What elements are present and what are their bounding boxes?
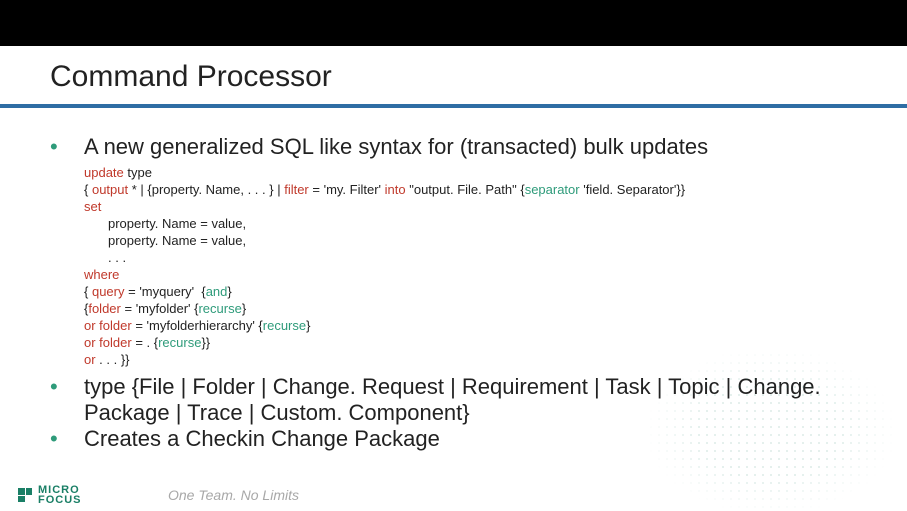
- kw-or: or: [84, 352, 96, 367]
- kw-or: or: [84, 318, 96, 333]
- footer-logo: MICRO FOCUS: [18, 485, 82, 505]
- kw-folder: folder: [96, 335, 132, 350]
- bullet-dot: •: [50, 374, 84, 400]
- txt: = 'myfolderhierarchy' {: [132, 318, 263, 333]
- opt-and: and: [206, 284, 228, 299]
- txt: = 'my. Filter': [309, 182, 385, 197]
- txt: . . .: [108, 250, 126, 265]
- footer-tagline: One Team. No Limits: [168, 487, 299, 503]
- txt: = . {: [132, 335, 158, 350]
- txt: type: [124, 165, 152, 180]
- txt: property. Name = value,: [108, 216, 246, 231]
- kw-query: query: [92, 284, 125, 299]
- bullet-dot: •: [50, 426, 84, 452]
- opt-recurse: recurse: [263, 318, 306, 333]
- opt-recurse: recurse: [198, 301, 241, 316]
- bullet-2: • type {File | Folder | Change. Request …: [50, 374, 907, 426]
- slide-body: • A new generalized SQL like syntax for …: [50, 134, 907, 452]
- txt: property. Name = value,: [108, 233, 246, 248]
- txt: = 'myfolder' {: [121, 301, 199, 316]
- opt-separator: separator: [525, 182, 580, 197]
- kw-folder: folder: [96, 318, 132, 333]
- txt: }: [242, 301, 246, 316]
- kw-or: or: [84, 335, 96, 350]
- bullet-1-text: A new generalized SQL like syntax for (t…: [84, 134, 708, 160]
- txt: }: [227, 284, 231, 299]
- txt: {: [84, 182, 92, 197]
- kw-into: into: [385, 182, 406, 197]
- txt: = 'myquery' {: [125, 284, 206, 299]
- txt: }}: [201, 335, 210, 350]
- txt: 'field. Separator'}}: [580, 182, 685, 197]
- bullet-dot: •: [50, 134, 84, 160]
- txt: . . . }}: [96, 352, 130, 367]
- kw-folder: folder: [88, 301, 121, 316]
- syntax-block: update type { output * | {property. Name…: [84, 164, 907, 368]
- bullet-3-text: Creates a Checkin Change Package: [84, 426, 440, 452]
- title-underline: [0, 104, 907, 108]
- txt: }: [306, 318, 310, 333]
- kw-output: output: [92, 182, 128, 197]
- logo-icon: [18, 488, 32, 502]
- txt: * | {property. Name, . . . } |: [128, 182, 284, 197]
- bullet-2-text: type {File | Folder | Change. Request | …: [84, 374, 874, 426]
- kw-where: where: [84, 267, 119, 282]
- slide-title: Command Processor: [50, 60, 907, 94]
- top-bar: [0, 0, 907, 46]
- txt: "output. File. Path" {: [406, 182, 525, 197]
- bullet-1: • A new generalized SQL like syntax for …: [50, 134, 907, 160]
- bullet-3: • Creates a Checkin Change Package: [50, 426, 907, 452]
- kw-filter: filter: [284, 182, 309, 197]
- kw-set: set: [84, 199, 101, 214]
- logo-text-2: FOCUS: [38, 495, 82, 505]
- txt: {: [84, 284, 92, 299]
- opt-recurse: recurse: [158, 335, 201, 350]
- kw-update: update: [84, 165, 124, 180]
